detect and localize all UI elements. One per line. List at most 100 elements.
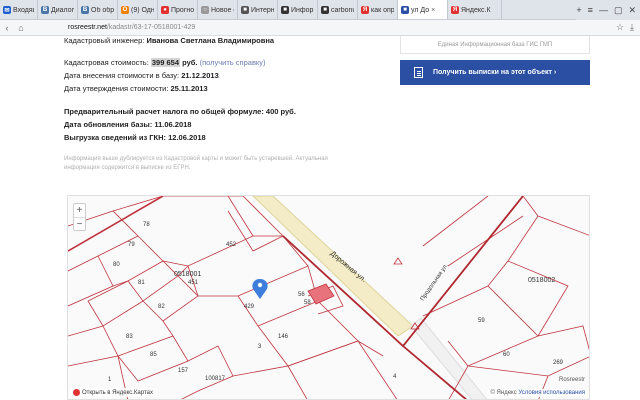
maximize-icon[interactable]: ▢ — [614, 5, 623, 16]
browser-tab[interactable]: ■Информ — [278, 0, 318, 19]
browser-tab[interactable]: ■ ул До × — [398, 0, 448, 19]
zoom-out-button[interactable]: − — [74, 217, 85, 230]
open-in-yandex-label: Открыть в Яндекс.Картах — [82, 389, 153, 396]
tab-favicon-icon: ✉ — [3, 6, 11, 14]
tax-line: Предварительный расчет налога по общей ф… — [64, 107, 296, 116]
zoom-control: + − — [73, 203, 86, 231]
added-label: Дата внесения стоимости в базу: — [64, 71, 180, 80]
address-bar: ‹ ⌂ rosreestr.net/kadastr/63-17-0518001-… — [0, 20, 640, 36]
parcel-label: 78 — [143, 222, 150, 228]
parcel-label: 59 — [478, 318, 485, 324]
approved-row: Дата утверждения стоимости: 25.11.2013 — [64, 84, 208, 93]
parcel-label: 1 — [108, 377, 112, 383]
zoom-in-button[interactable]: + — [74, 204, 85, 217]
tab-label: Диалоги — [51, 6, 74, 14]
cost-unit: руб. — [182, 58, 198, 67]
update-label: Дата обновления базы: — [64, 120, 153, 129]
road-prodolnaya — [410, 317, 488, 399]
get-extract-label: Получить выписки на этот объект › — [433, 69, 557, 76]
parcel-label: 81 — [138, 280, 145, 286]
parcel-label: 83 — [126, 334, 133, 340]
browser-tab[interactable]: ■Интерне — [238, 0, 278, 19]
cost-value: 399 654 — [150, 58, 181, 67]
back-icon[interactable]: ‹ — [0, 23, 14, 33]
quarter-label: 0518002 — [528, 277, 555, 284]
tab-favicon-icon: ■ — [281, 6, 289, 14]
gkn-value: 12.06.2018 — [168, 133, 206, 142]
engineer-row: Кадастровый инженер: Иванова Светлана Вл… — [64, 36, 274, 45]
parcel-label: 79 — [128, 242, 135, 248]
engineer-value: Иванова Светлана Владимировна — [146, 36, 275, 45]
quarter-label: 0518001 — [174, 271, 201, 278]
terms-link[interactable]: Условия использования — [518, 390, 585, 396]
note-line-1: Информация выше дублируется из Кадастров… — [64, 156, 328, 162]
site-info-icon[interactable]: ⌂ — [14, 23, 28, 33]
update-row: Дата обновления базы: 11.06.2018 — [64, 120, 191, 129]
tab-label: Информ — [291, 6, 314, 14]
minimize-icon[interactable]: — — [599, 5, 608, 15]
tab-label: carbonu — [331, 6, 354, 14]
tab-label: Об обре — [91, 6, 114, 14]
parcel-label: 146 — [278, 334, 289, 340]
bookmark-icon[interactable]: ☆ — [616, 22, 624, 33]
parcel-label: 452 — [226, 242, 237, 248]
database-panel: Единая Информационная база ГИС ГМП — [400, 36, 590, 54]
menu-icon[interactable]: ≡ — [588, 5, 593, 15]
browser-tab[interactable]: Якак опре — [358, 0, 398, 19]
parcel-label: 100817 — [205, 376, 226, 382]
get-extract-button[interactable]: Получить выписки на этот объект › — [400, 60, 590, 85]
disclaimer-note: Информация выше дублируется из Кадастров… — [64, 155, 374, 173]
browser-tab[interactable]: Я Яндекс.К — [448, 0, 502, 19]
tab-favicon-icon: В — [41, 6, 49, 14]
tab-label: Интерне — [251, 6, 274, 14]
parcel-label: 85 — [150, 352, 157, 358]
added-row: Дата внесения стоимости в базу: 21.12.20… — [64, 71, 219, 80]
close-window-icon[interactable]: ✕ — [628, 5, 636, 16]
tab-label: Входящ — [13, 6, 34, 14]
url-path: /kadastr/63-17-0518001-429 — [106, 24, 196, 31]
parcel-label: 82 — [158, 304, 165, 310]
close-tab-icon[interactable]: × — [431, 7, 435, 14]
browser-tab[interactable]: ○Новое со — [198, 0, 238, 19]
update-value: 11.06.2018 — [154, 120, 192, 129]
approved-value: 25.11.2013 — [170, 84, 208, 93]
new-tab-button[interactable]: + — [576, 5, 581, 15]
cadastral-map[interactable]: 78 79 80 81 82 83 85 451 452 429 146 59 … — [67, 195, 590, 400]
tab-favicon-icon: В — [81, 6, 89, 14]
parcel-label: 80 — [113, 262, 120, 268]
browser-tab[interactable]: ВОб обре — [78, 0, 118, 19]
approved-label: Дата утверждения стоимости: — [64, 84, 169, 93]
tab-label: (9) Одн — [131, 6, 154, 14]
tab-favicon-icon: ■ — [241, 6, 249, 14]
cost-label: Кадастровая стоимость: — [64, 58, 149, 67]
tab-label: ул До — [411, 6, 430, 14]
parcel-label: 157 — [178, 368, 189, 374]
browser-tab[interactable]: ●Прогноз — [158, 0, 198, 19]
parcel-label: 269 — [553, 360, 564, 366]
gkn-row: Выгрузка сведений из ГКН: 12.06.2018 — [64, 133, 206, 142]
tax-row: Предварительный расчет налога по общей ф… — [64, 107, 296, 116]
tab-favicon-icon: ● — [161, 6, 169, 14]
url-field[interactable]: rosreestr.net/kadastr/63-17-0518001-429 — [68, 24, 195, 31]
tab-favicon-icon: О — [121, 6, 129, 14]
parcel-label: 56 — [298, 292, 305, 298]
get-certificate-link[interactable]: (получить справку) — [200, 58, 266, 67]
parcel-label: 58 — [304, 300, 311, 306]
open-in-yandex-maps[interactable]: Открыть в Яндекс.Картах — [70, 388, 156, 397]
browser-tab[interactable]: ✉Входящ — [0, 0, 38, 19]
browser-tab[interactable]: ВДиалоги — [38, 0, 78, 19]
map-canvas[interactable]: 78 79 80 81 82 83 85 451 452 429 146 59 … — [68, 196, 590, 400]
browser-tab[interactable]: ■ carbonu — [318, 0, 358, 19]
download-icon[interactable]: ⤓ — [630, 22, 634, 33]
map-source: Rosreestr — [558, 377, 585, 383]
cost-row: Кадастровая стоимость: 399 654 руб. (пол… — [64, 58, 266, 67]
browser-tab-strip: ✉ВходящВДиалогиВОб обреО(9) Одн●Прогноз○… — [0, 0, 640, 20]
document-icon — [414, 67, 423, 78]
parcel-label: 60 — [503, 352, 510, 358]
road-dorozhnaya — [252, 196, 414, 337]
tab-favicon-icon: Я — [451, 6, 459, 14]
tab-label: как опре — [371, 6, 394, 14]
parcel-label: 451 — [188, 280, 199, 286]
browser-tab[interactable]: О (9) Одн — [118, 0, 158, 19]
added-value: 21.12.2013 — [181, 71, 219, 80]
